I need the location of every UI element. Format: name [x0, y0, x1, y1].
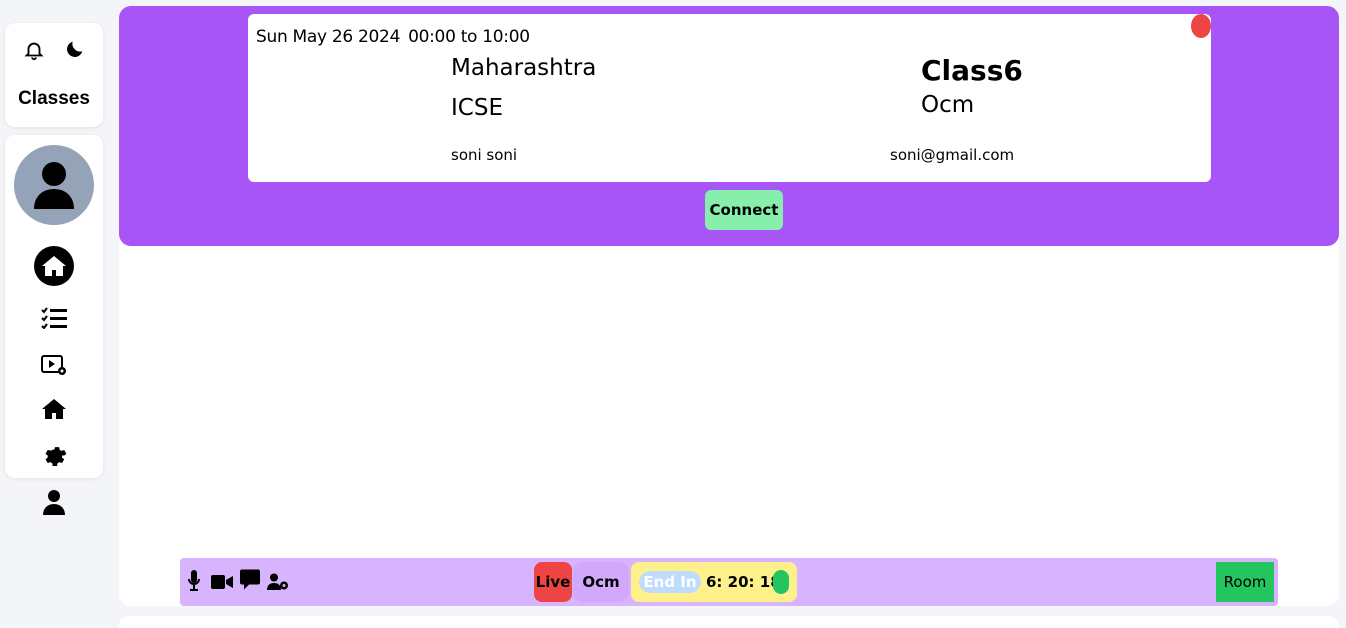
class-banner: Sun May 26 2024 00:00 to 10:00 Maharashtr… [119, 6, 1339, 246]
connect-button[interactable]: Connect [705, 190, 783, 230]
teacher-email: soni@gmail.com [890, 146, 1015, 164]
class-time-range: 00:00 to 10:00 [408, 27, 530, 47]
status-indicator [773, 570, 789, 594]
class-state: Maharashtra [451, 55, 597, 81]
class-date: Sun May 26 2024 00:00 to 10:00 [256, 27, 538, 47]
home-icon [42, 256, 66, 276]
user-avatar[interactable] [14, 145, 94, 225]
gear-icon[interactable] [41, 443, 67, 469]
main-content: Sun May 26 2024 00:00 to 10:00 Maharashtr… [119, 6, 1339, 606]
live-badge[interactable]: Live [534, 562, 572, 602]
teacher-name: soni soni [451, 146, 518, 164]
class-subject: Ocm [921, 92, 975, 118]
video-camera-icon[interactable] [211, 571, 233, 593]
time-remaining: 6: 20: 18 [706, 573, 781, 591]
class-name: Class6 [921, 54, 1023, 87]
class-card: Sun May 26 2024 00:00 to 10:00 Maharashtr… [248, 14, 1211, 182]
footer-panel [119, 616, 1339, 628]
timer-box: End In 6: 20: 18 [631, 562, 797, 602]
home-icon[interactable] [41, 398, 67, 420]
user-avatar-icon [34, 162, 74, 209]
user-settings-icon[interactable] [267, 571, 289, 593]
toolbar-subject: Ocm [573, 562, 629, 602]
bell-icon[interactable] [23, 39, 45, 61]
room-button[interactable]: Room [1216, 562, 1274, 602]
video-settings-icon[interactable] [41, 354, 67, 376]
microphone-icon[interactable] [188, 570, 200, 592]
user-icon[interactable] [41, 489, 67, 515]
sidebar-header: Classes [5, 23, 103, 127]
status-dot [1191, 14, 1211, 38]
call-toolbar: Live Ocm End In 6: 20: 18 Room [180, 558, 1278, 606]
task-list-icon[interactable] [41, 307, 67, 329]
end-in-label: End In [639, 571, 701, 593]
class-board: ICSE [451, 95, 503, 121]
class-date-day: Sun May 26 2024 [256, 27, 401, 47]
moon-icon[interactable] [64, 38, 86, 60]
chat-icon[interactable] [240, 569, 260, 591]
brand-title: Classes [18, 88, 90, 109]
sidebar-item-home-active[interactable] [34, 246, 74, 286]
sidebar-nav [5, 135, 103, 478]
